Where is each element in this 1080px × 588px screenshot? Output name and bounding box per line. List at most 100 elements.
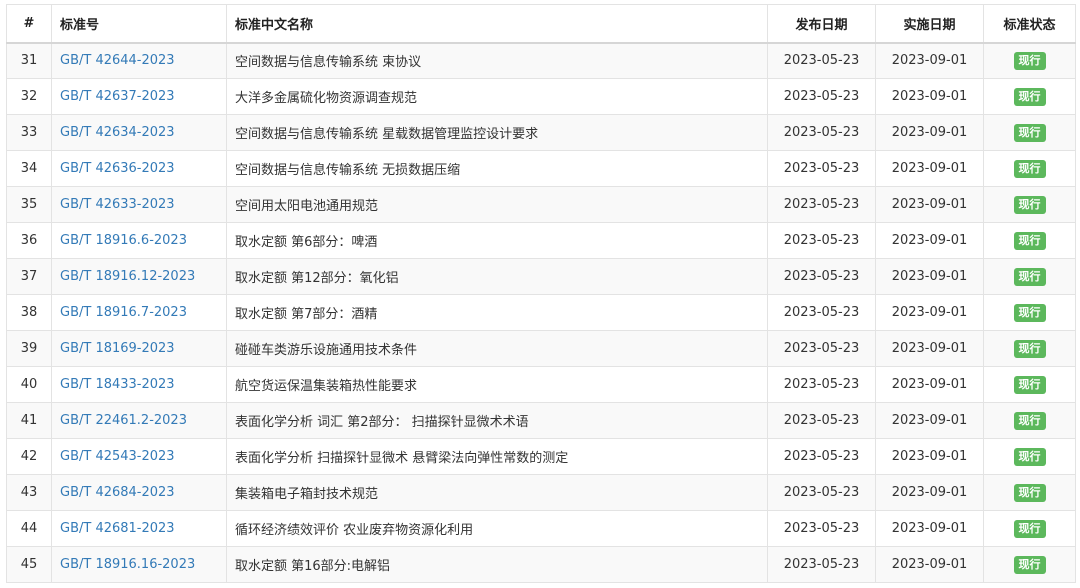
impl-date: 2023-09-01 [875,510,984,547]
row-number: 35 [6,186,52,223]
code-cell: GB/T 18916.16-2023 [51,546,227,583]
standard-name: 表面化学分析 扫描探针显微术 悬臂梁法向弹性常数的测定 [226,438,768,475]
standard-name: 空间用太阳电池通用规范 [226,186,768,223]
code-cell: GB/T 18916.7-2023 [51,294,227,331]
status-badge: 现行 [1013,411,1046,430]
impl-date: 2023-09-01 [875,366,984,403]
status-cell: 现行 [983,78,1076,115]
status-badge: 现行 [1013,519,1046,538]
publish-date: 2023-05-23 [767,366,876,403]
row-number: 31 [6,42,52,79]
status-cell: 现行 [983,474,1076,511]
publish-date: 2023-05-23 [767,438,876,475]
publish-date: 2023-05-23 [767,510,876,547]
row-number: 33 [6,114,52,151]
header-row: # 标准号 标准中文名称 发布日期 实施日期 标准状态 [6,4,1076,44]
standard-code-link[interactable]: GB/T 42633-2023 [60,197,175,212]
standard-code-link[interactable]: GB/T 18433-2023 [60,377,175,392]
standard-code-link[interactable]: GB/T 42637-2023 [60,89,175,104]
publish-date: 2023-05-23 [767,546,876,583]
status-badge: 现行 [1013,375,1046,394]
status-badge: 现行 [1013,267,1046,286]
table-row: 35 GB/T 42633-2023 空间用太阳电池通用规范 2023-05-23 20… [6,186,1076,223]
code-cell: GB/T 42644-2023 [51,42,227,79]
row-number: 44 [6,510,52,547]
row-number: 37 [6,258,52,295]
row-number: 34 [6,150,52,187]
row-number: 40 [6,366,52,403]
impl-date: 2023-09-01 [875,294,984,331]
standard-name: 航空货运保温集装箱热性能要求 [226,366,768,403]
table-row: 37 GB/T 18916.12-2023 取水定额 第12部分：氧化铝 2023-0… [6,258,1076,295]
header-name: 标准中文名称 [226,4,768,44]
impl-date: 2023-09-01 [875,474,984,511]
standard-code-link[interactable]: GB/T 42634-2023 [60,125,175,140]
standard-code-link[interactable]: GB/T 42684-2023 [60,485,175,500]
standard-name: 空间数据与信息传输系统 星载数据管理监控设计要求 [226,114,768,151]
row-number: 41 [6,402,52,439]
code-cell: GB/T 18916.6-2023 [51,222,227,259]
table-row: 31 GB/T 42644-2023 空间数据与信息传输系统 束协议 2023-05-… [6,42,1076,79]
standard-code-link[interactable]: GB/T 18916.12-2023 [60,269,195,284]
impl-date: 2023-09-01 [875,114,984,151]
code-cell: GB/T 18169-2023 [51,330,227,367]
publish-date: 2023-05-23 [767,402,876,439]
code-cell: GB/T 18916.12-2023 [51,258,227,295]
standard-name: 取水定额 第6部分：啤酒 [226,222,768,259]
table-body: 31 GB/T 42644-2023 空间数据与信息传输系统 束协议 2023-05-… [6,42,1076,583]
publish-date: 2023-05-23 [767,294,876,331]
status-badge: 现行 [1013,555,1046,574]
table-header: # 标准号 标准中文名称 发布日期 实施日期 标准状态 [6,4,1076,44]
code-cell: GB/T 42637-2023 [51,78,227,115]
publish-date: 2023-05-23 [767,474,876,511]
table-row: 36 GB/T 18916.6-2023 取水定额 第6部分：啤酒 2023-05-2… [6,222,1076,259]
standard-code-link[interactable]: GB/T 42644-2023 [60,53,175,68]
impl-date: 2023-09-01 [875,258,984,295]
row-number: 45 [6,546,52,583]
header-publish-date: 发布日期 [767,4,876,44]
impl-date: 2023-09-01 [875,222,984,259]
standard-name: 取水定额 第7部分：酒精 [226,294,768,331]
impl-date: 2023-09-01 [875,330,984,367]
publish-date: 2023-05-23 [767,330,876,367]
standard-code-link[interactable]: GB/T 22461.2-2023 [60,413,187,428]
status-badge: 现行 [1013,231,1046,250]
header-num: # [6,4,52,44]
table-row: 39 GB/T 18169-2023 碰碰车类游乐设施通用技术条件 2023-05-2… [6,330,1076,367]
row-number: 32 [6,78,52,115]
code-cell: GB/T 42633-2023 [51,186,227,223]
row-number: 42 [6,438,52,475]
impl-date: 2023-09-01 [875,78,984,115]
publish-date: 2023-05-23 [767,114,876,151]
standards-list-page: # 标准号 标准中文名称 发布日期 实施日期 标准状态 31 GB/T 42644… [0,0,1080,588]
status-badge: 现行 [1013,339,1046,358]
standard-code-link[interactable]: GB/T 18916.16-2023 [60,557,195,572]
standard-code-link[interactable]: GB/T 42681-2023 [60,521,175,536]
status-cell: 现行 [983,402,1076,439]
publish-date: 2023-05-23 [767,258,876,295]
status-cell: 现行 [983,42,1076,79]
standard-name: 空间数据与信息传输系统 束协议 [226,42,768,79]
impl-date: 2023-09-01 [875,438,984,475]
standard-code-link[interactable]: GB/T 18916.6-2023 [60,233,187,248]
table-row: 42 GB/T 42543-2023 表面化学分析 扫描探针显微术 悬臂梁法向弹性常… [6,438,1076,475]
status-badge: 现行 [1013,51,1046,70]
standard-name: 集装箱电子箱封技术规范 [226,474,768,511]
standard-code-link[interactable]: GB/T 18169-2023 [60,341,175,356]
status-cell: 现行 [983,546,1076,583]
publish-date: 2023-05-23 [767,42,876,79]
status-badge: 现行 [1013,87,1046,106]
standard-code-link[interactable]: GB/T 18916.7-2023 [60,305,187,320]
publish-date: 2023-05-23 [767,186,876,223]
status-cell: 现行 [983,510,1076,547]
code-cell: GB/T 42636-2023 [51,150,227,187]
row-number: 38 [6,294,52,331]
header-impl-date: 实施日期 [875,4,984,44]
standard-code-link[interactable]: GB/T 42636-2023 [60,161,175,176]
status-badge: 现行 [1013,159,1046,178]
table-row: 41 GB/T 22461.2-2023 表面化学分析 词汇 第2部分： 扫描探针显… [6,402,1076,439]
standard-code-link[interactable]: GB/T 42543-2023 [60,449,175,464]
standard-name: 碰碰车类游乐设施通用技术条件 [226,330,768,367]
table-row: 45 GB/T 18916.16-2023 取水定额 第16部分:电解铝 2023-0… [6,546,1076,583]
impl-date: 2023-09-01 [875,42,984,79]
